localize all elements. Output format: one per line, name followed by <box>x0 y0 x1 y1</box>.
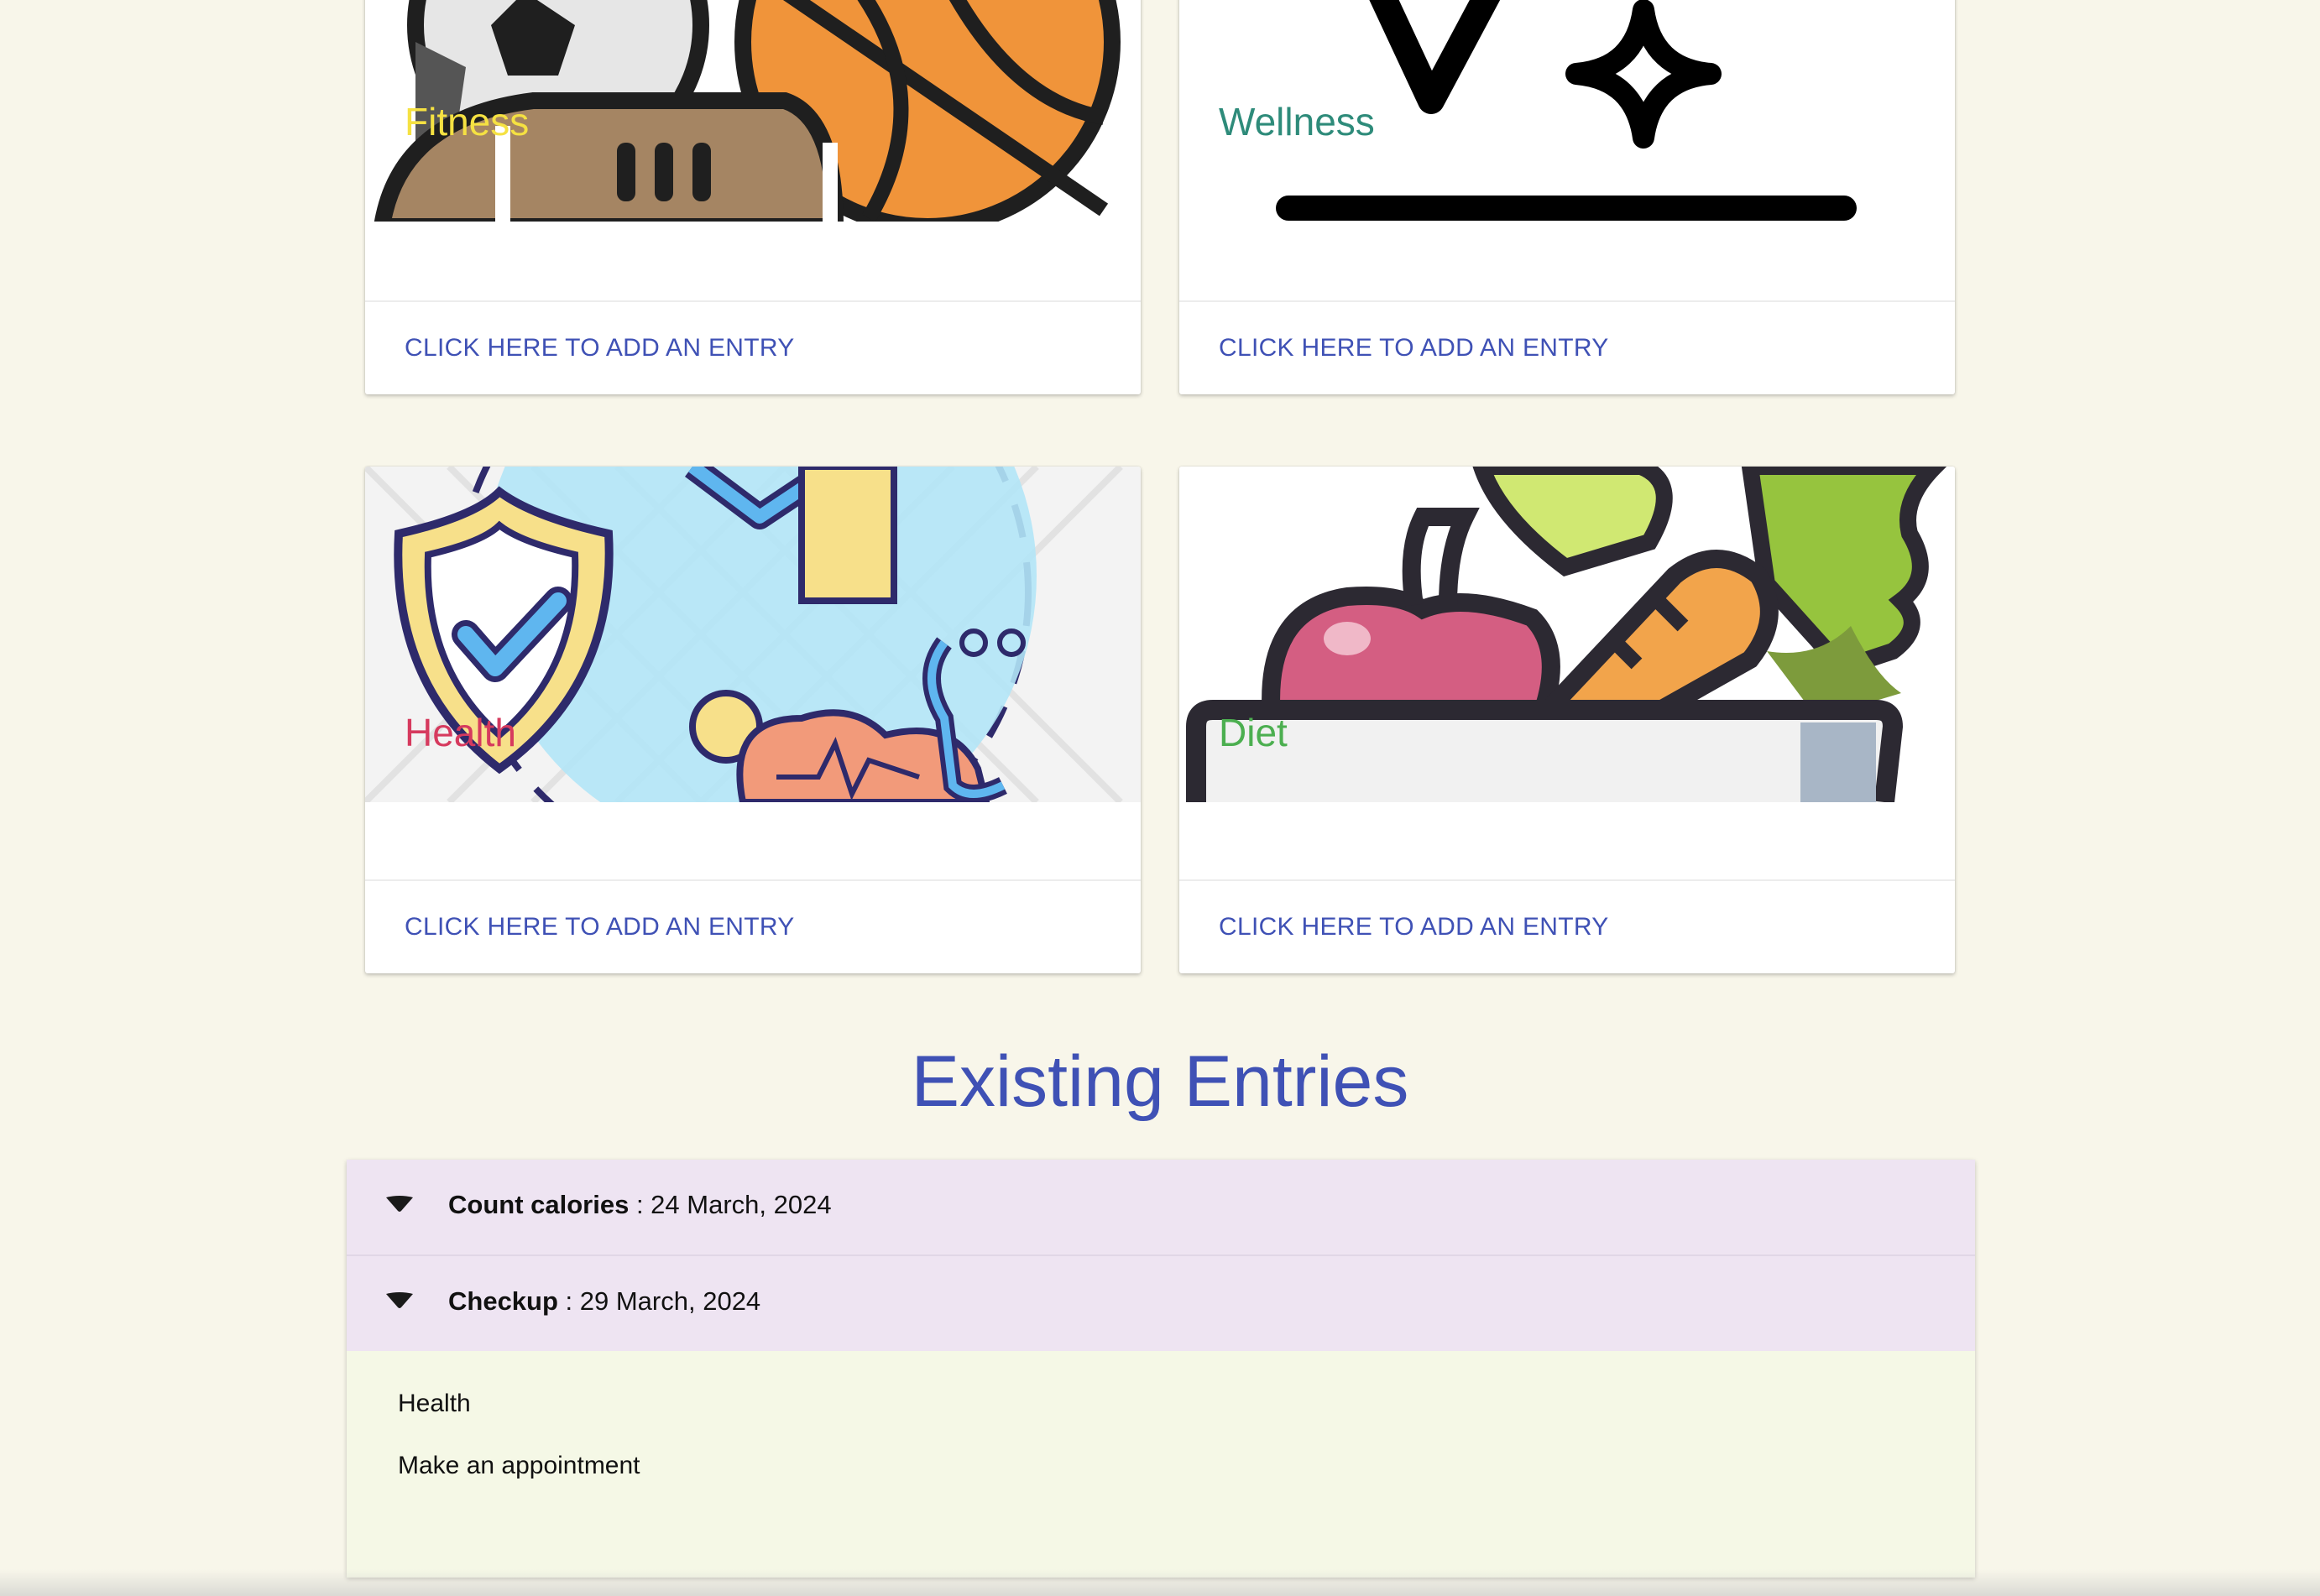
entry-header[interactable]: Checkup : 29 March, 2024 <box>347 1256 1975 1353</box>
entry-date: : 24 March, 2024 <box>629 1190 832 1219</box>
entry-header[interactable]: Count calories : 24 March, 2024 <box>347 1160 1975 1256</box>
entry-summary: Checkup : 29 March, 2024 <box>448 1286 760 1317</box>
card-action: CLICK HERE TO ADD AN ENTRY <box>365 879 1141 973</box>
entry-category: Health <box>398 1390 471 1417</box>
card-title: Fitness <box>405 100 530 143</box>
wellness-card: Wellness CLICK HERE TO ADD AN ENTRY <box>1179 0 1955 394</box>
add-entry-link[interactable]: CLICK HERE TO ADD AN ENTRY <box>1219 334 1609 362</box>
entry-summary: Count calories : 24 March, 2024 <box>448 1190 832 1220</box>
bottom-shadow <box>0 1569 2320 1596</box>
card-action: CLICK HERE TO ADD AN ENTRY <box>1179 879 1955 973</box>
caret-down-icon <box>384 1195 415 1218</box>
add-entry-link[interactable]: CLICK HERE TO ADD AN ENTRY <box>405 334 795 362</box>
card-action: CLICK HERE TO ADD AN ENTRY <box>365 300 1141 394</box>
entries-accordion: Count calories : 24 March, 2024 Checkup … <box>347 1160 1975 1578</box>
card-title: Wellness <box>1219 100 1375 143</box>
add-entry-link[interactable]: CLICK HERE TO ADD AN ENTRY <box>405 913 795 941</box>
fitness-card: Fitness CLICK HERE TO ADD AN ENTRY <box>365 0 1141 394</box>
entry-name: Checkup <box>448 1286 558 1316</box>
card-title: Diet <box>1219 711 1288 754</box>
entry-date: : 29 March, 2024 <box>557 1286 761 1316</box>
add-entry-link[interactable]: CLICK HERE TO ADD AN ENTRY <box>1219 913 1609 941</box>
card-action: CLICK HERE TO ADD AN ENTRY <box>1179 300 1955 394</box>
entry-details: Health Make an appointment <box>347 1351 1975 1578</box>
diet-image <box>1179 467 1955 802</box>
caret-down-icon <box>384 1291 415 1314</box>
entry-name: Count calories <box>448 1190 630 1219</box>
card-title: Health <box>405 711 516 754</box>
diet-card: Diet CLICK HERE TO ADD AN ENTRY <box>1179 467 1955 973</box>
existing-entries-title: Existing Entries <box>911 1041 1409 1122</box>
health-card: Health CLICK HERE TO ADD AN ENTRY <box>365 467 1141 973</box>
entry-description: Make an appointment <box>398 1452 640 1479</box>
